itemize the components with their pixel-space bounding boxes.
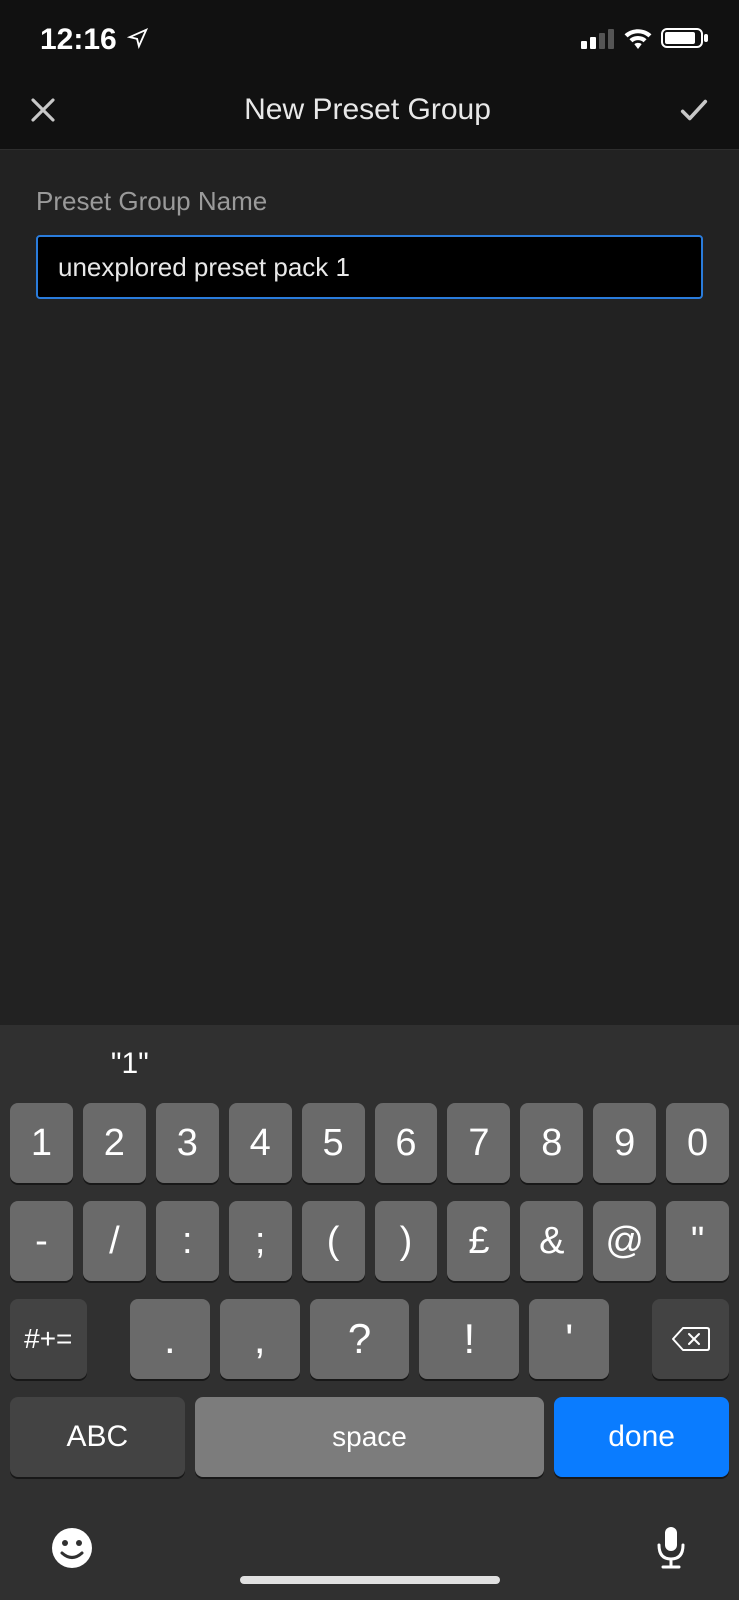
key-period[interactable]: .	[130, 1299, 210, 1379]
content-area: Preset Group Name	[0, 150, 739, 1025]
key-slash[interactable]: /	[83, 1201, 146, 1281]
suggestion-1[interactable]: "1"	[10, 1047, 250, 1081]
key-comma[interactable]: ,	[220, 1299, 300, 1379]
key-alt-symbols[interactable]: #+=	[10, 1299, 87, 1379]
key-close-paren[interactable]: )	[375, 1201, 438, 1281]
emoji-button[interactable]	[50, 1526, 94, 1575]
battery-icon	[661, 27, 709, 54]
key-3[interactable]: 3	[156, 1103, 219, 1183]
key-9[interactable]: 9	[593, 1103, 656, 1183]
key-ampersand[interactable]: &	[520, 1201, 583, 1281]
cellular-signal-icon	[581, 27, 615, 54]
key-8[interactable]: 8	[520, 1103, 583, 1183]
key-at[interactable]: @	[593, 1201, 656, 1281]
key-abc[interactable]: ABC	[10, 1397, 185, 1477]
confirm-button[interactable]	[677, 93, 711, 127]
key-open-paren[interactable]: (	[302, 1201, 365, 1281]
key-backspace[interactable]	[652, 1299, 729, 1379]
key-colon[interactable]: :	[156, 1201, 219, 1281]
key-question[interactable]: ?	[310, 1299, 410, 1379]
key-space[interactable]: space	[195, 1397, 545, 1477]
key-1[interactable]: 1	[10, 1103, 73, 1183]
location-arrow-icon	[127, 27, 149, 54]
preset-group-name-label: Preset Group Name	[36, 186, 703, 217]
key-4[interactable]: 4	[229, 1103, 292, 1183]
key-exclaim[interactable]: !	[419, 1299, 519, 1379]
wifi-icon	[623, 27, 653, 54]
status-time: 12:16	[40, 23, 117, 57]
key-row-2: - / : ; ( ) £ & @ "	[10, 1201, 729, 1281]
preset-group-name-input[interactable]	[36, 235, 703, 299]
key-row-1: 1 2 3 4 5 6 7 8 9 0	[10, 1103, 729, 1183]
key-row-3: #+= . , ? ! '	[10, 1299, 729, 1379]
suggestion-bar: "1"	[0, 1025, 739, 1103]
close-button[interactable]	[28, 95, 58, 125]
key-dash[interactable]: -	[10, 1201, 73, 1281]
home-indicator[interactable]	[240, 1576, 500, 1584]
key-6[interactable]: 6	[375, 1103, 438, 1183]
key-0[interactable]: 0	[666, 1103, 729, 1183]
key-apostrophe[interactable]: '	[529, 1299, 609, 1379]
status-bar: 12:16	[0, 0, 739, 70]
key-5[interactable]: 5	[302, 1103, 365, 1183]
page-title: New Preset Group	[244, 93, 491, 127]
key-row-4: ABC space done	[10, 1397, 729, 1477]
key-done[interactable]: done	[554, 1397, 729, 1477]
mic-button[interactable]	[653, 1525, 689, 1576]
keyboard: "1" 1 2 3 4 5 6 7 8 9 0 - / : ; (	[0, 1025, 739, 1600]
key-2[interactable]: 2	[83, 1103, 146, 1183]
key-semicolon[interactable]: ;	[229, 1201, 292, 1281]
key-pound[interactable]: £	[447, 1201, 510, 1281]
key-quote[interactable]: "	[666, 1201, 729, 1281]
nav-bar: New Preset Group	[0, 70, 739, 150]
key-7[interactable]: 7	[447, 1103, 510, 1183]
